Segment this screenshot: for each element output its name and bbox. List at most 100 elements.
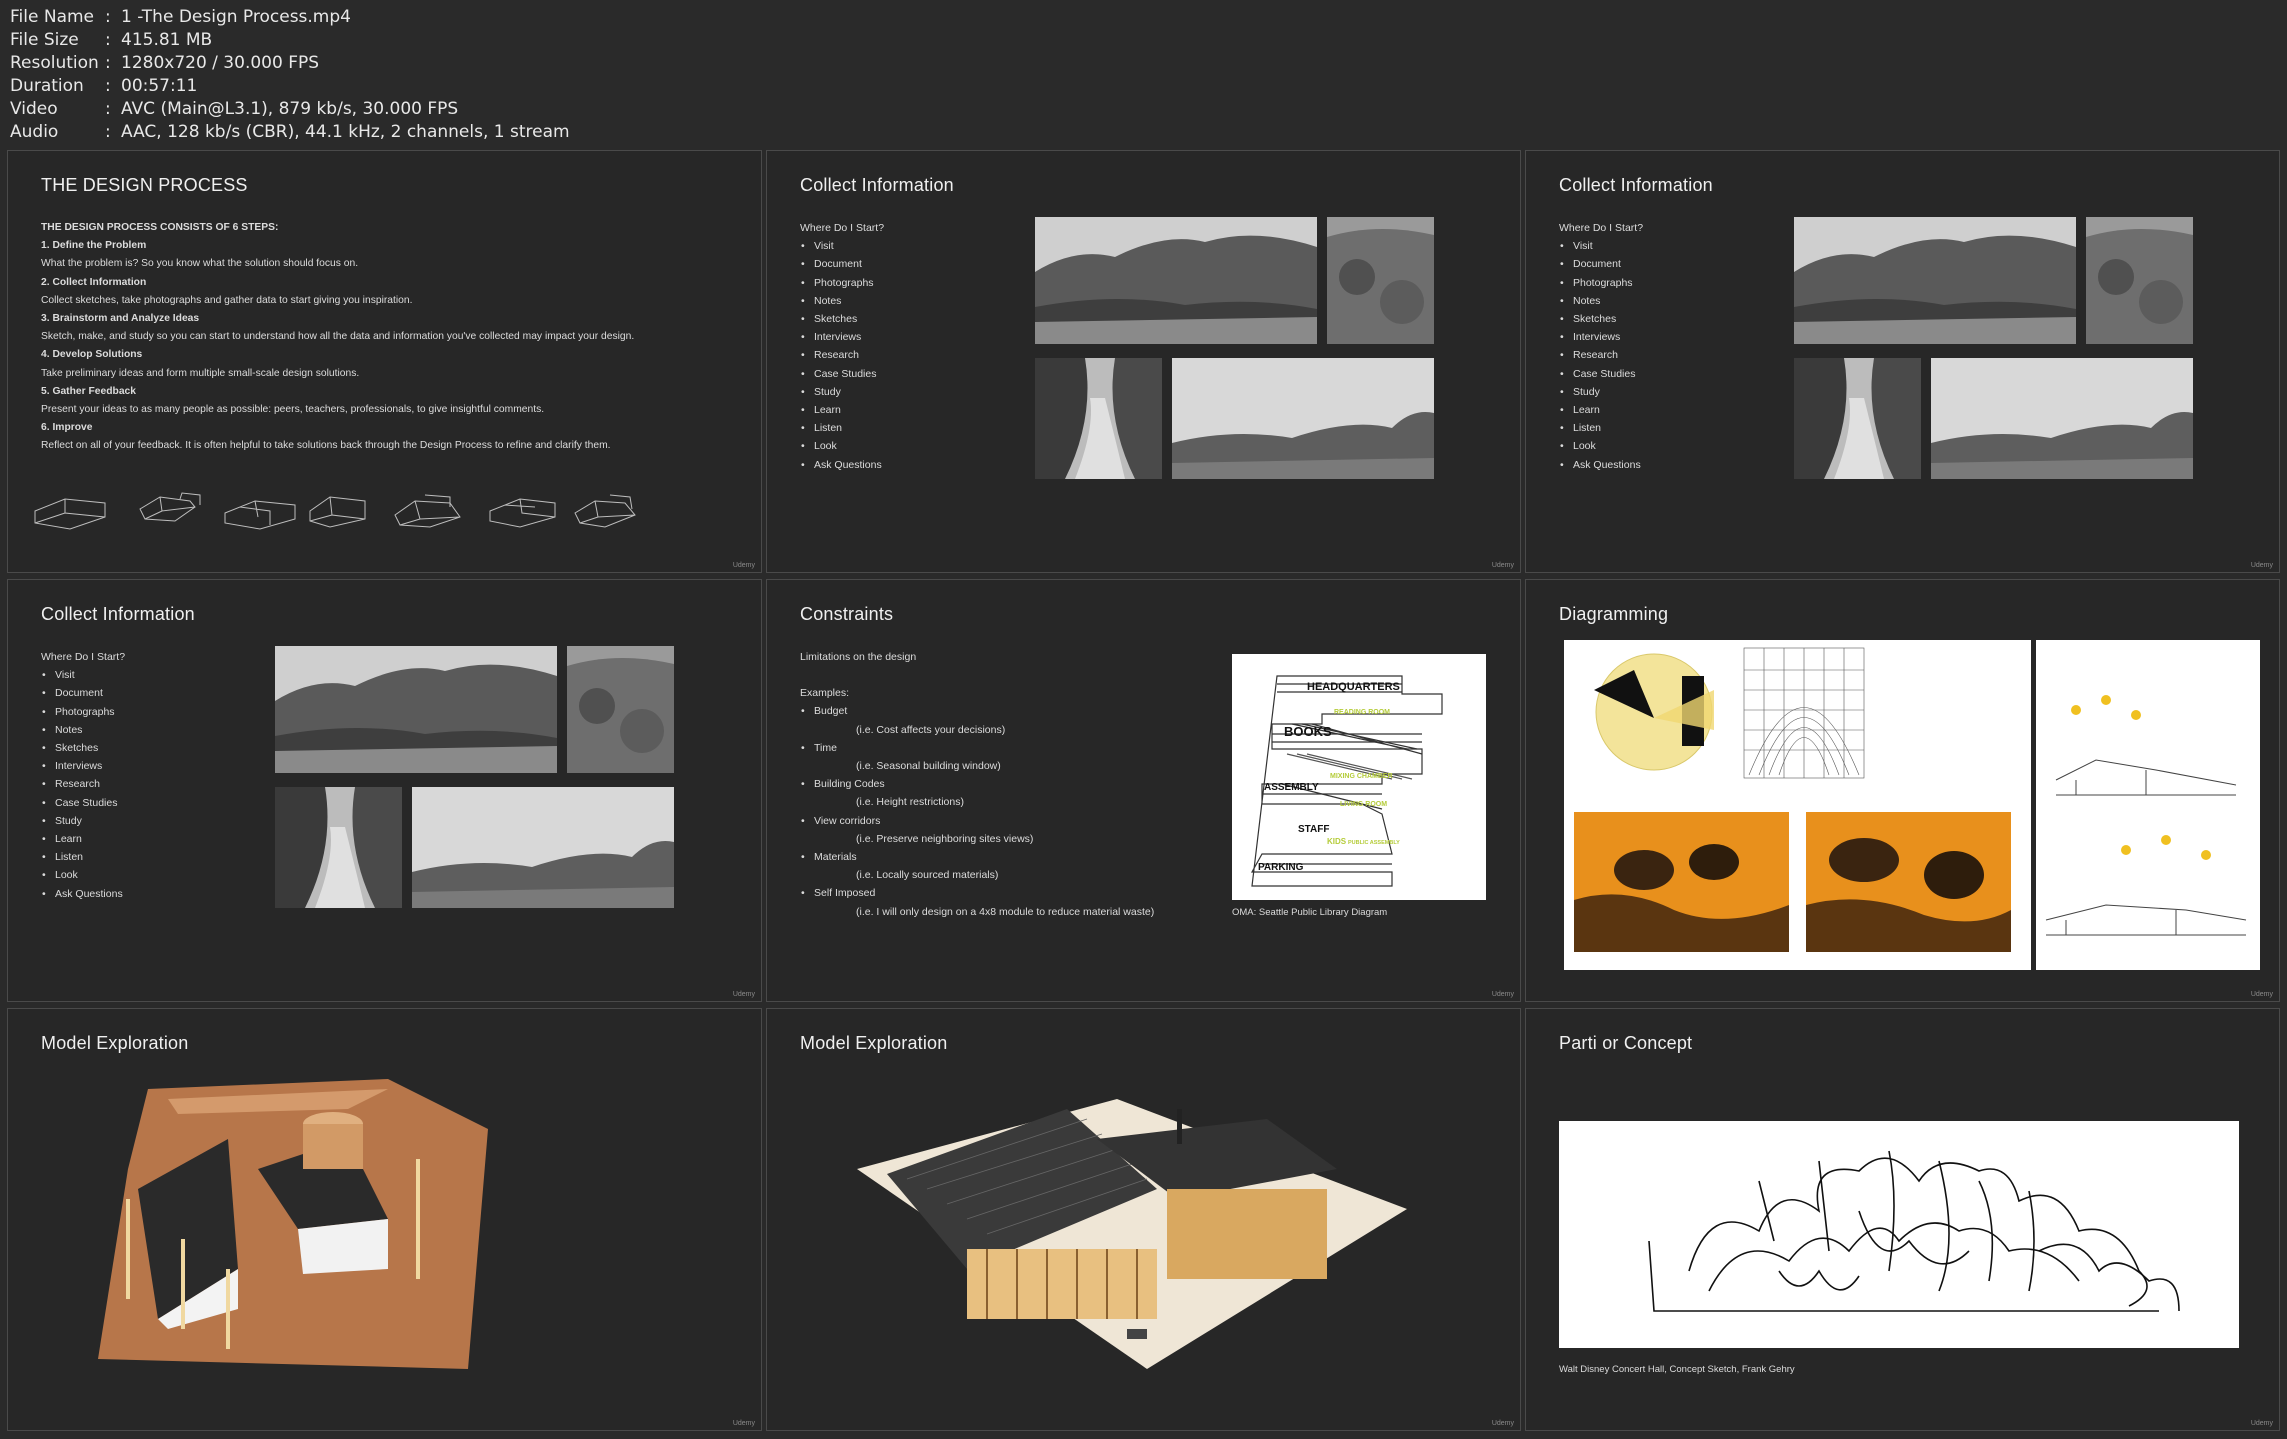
constraint-item: Budget (800, 702, 1154, 720)
list-item: Visit (800, 237, 884, 255)
slide-diagramming[interactable]: Diagramming Udemy (1525, 579, 2280, 1002)
list-item: Case Studies (1559, 365, 1643, 383)
file-info-key: Audio (10, 122, 59, 142)
list-item: Research (1559, 346, 1643, 364)
constraint-item: Time (800, 739, 1154, 757)
slide-constraints[interactable]: Constraints Limitations on the design Exa… (766, 579, 1521, 1002)
file-info-row: Audio: AAC, 128 kb/s (CBR), 44.1 kHz, 2 c… (10, 121, 570, 144)
landscape-photo-hills (275, 646, 557, 773)
diagram-caption: OMA: Seattle Public Library Diagram (1232, 907, 1388, 918)
file-info-row: Duration:00:57:11 (10, 75, 570, 98)
udemy-watermark: Udemy (1491, 562, 1514, 569)
slide-collect-information-1[interactable]: Collect Information Where Do I Start? Vis… (766, 150, 1521, 573)
list-item: Look (800, 437, 884, 455)
constraint-example-row: (i.e. Locally sourced materials) (800, 866, 1154, 884)
sun-angle-sections (2036, 640, 2260, 970)
list-item: Document (1559, 255, 1643, 273)
step-description: What the problem is? So you know what th… (41, 258, 359, 270)
constraints-list: Limitations on the design Examples: Budget… (800, 648, 1154, 921)
file-info-header: File Name:1 -The Design Process.mp4 File … (10, 6, 570, 144)
list-item: Learn (1559, 401, 1643, 419)
photo-mountain-sky (1931, 358, 2193, 479)
photo-river-trees (275, 787, 402, 908)
file-info-colon: : (105, 76, 111, 96)
constraint-example: (i.e. Cost affects your decisions) (856, 723, 1006, 736)
file-info-key: Video (10, 99, 58, 119)
slide-model-exploration-2[interactable]: Model Exploration Udemy (766, 1008, 1521, 1431)
list-item: Visit (1559, 237, 1643, 255)
slide-parti-concept[interactable]: Parti or Concept Walt Disney Concert Hal… (1525, 1008, 2280, 1431)
photo-shrubs (1327, 217, 1434, 344)
udemy-watermark: Udemy (2250, 991, 2273, 998)
step-description: Collect sketches, take photographs and g… (41, 294, 413, 306)
constraint-item: Building Codes (800, 775, 1154, 793)
label-living: LIVING ROOM (1340, 801, 1387, 808)
sun-study-panel (1564, 640, 2031, 970)
file-info-value: 415.81 MB (121, 30, 213, 50)
list-intro: Where Do I Start? (1559, 222, 1644, 234)
step-heading: 3. Brainstorm and Analyze Ideas (41, 313, 200, 325)
massing-sketches (34, 492, 636, 530)
constraint-example: (i.e. Seasonal building window) (856, 760, 1001, 773)
step-description: Present your ideas to as many people as … (41, 404, 545, 416)
file-info-value: AVC (Main@L3.1), 879 kb/s, 30.000 FPS (121, 99, 459, 119)
constraint-example-row: (i.e. I will only design on a 4x8 module… (800, 903, 1154, 921)
examples-label: Examples: (800, 687, 850, 700)
constraint-item: Self Imposed (800, 884, 1154, 902)
list-item: Visit (41, 666, 125, 684)
list-item: Study (1559, 383, 1643, 401)
constraint-example: (i.e. Height restrictions) (856, 796, 964, 809)
label-parking: PARKING (1258, 862, 1304, 873)
file-info-row: Video: AVC (Main@L3.1), 879 kb/s, 30.000 … (10, 98, 570, 121)
list-item: Sketches (1559, 310, 1643, 328)
bullet-list: VisitDocumentPhotographsNotesSketchesInt… (800, 237, 884, 474)
slide-title: Model Exploration (41, 1033, 189, 1053)
slide-title: Collect Information (800, 175, 954, 195)
list-item: Study (800, 383, 884, 401)
list-intro: Where Do I Start? (800, 222, 885, 234)
label-hq: HEADQUARTERS (1307, 681, 1400, 693)
step-heading: 1. Define the Problem (41, 240, 147, 252)
photo-mountain-sky (1172, 358, 1434, 479)
sketch-caption: Walt Disney Concert Hall, Concept Sketch… (1559, 1364, 1795, 1375)
step-description: Sketch, make, and study so you can start… (41, 331, 635, 343)
udemy-watermark: Udemy (2250, 562, 2273, 569)
list-item: Ask Questions (800, 456, 884, 474)
landscape-photo-hills (1794, 217, 2076, 344)
collect-list: Where Do I Start? VisitDocumentPhotograph… (1559, 219, 1643, 474)
list-item: Listen (1559, 419, 1643, 437)
constraints-intro: Limitations on the design (800, 651, 917, 663)
list-item: Learn (41, 830, 125, 848)
label-staff: STAFF (1298, 824, 1329, 835)
slide-model-exploration-1[interactable]: Model Exploration Udemy (7, 1008, 762, 1431)
udemy-watermark: Udemy (732, 991, 755, 998)
file-info-row: File Name:1 -The Design Process.mp4 (10, 6, 570, 29)
list-item: Document (41, 684, 125, 702)
list-item: Learn (800, 401, 884, 419)
file-info-key: File Size (10, 30, 79, 50)
constraint-item: View corridors (800, 812, 1154, 830)
file-info-colon: : (105, 7, 111, 27)
photo-shrubs (2086, 217, 2193, 344)
udemy-watermark: Udemy (732, 562, 755, 569)
file-info-key: Resolution (10, 53, 99, 73)
photo-river-trees (1794, 358, 1921, 479)
file-info-colon: : (105, 30, 111, 50)
bullet-list: VisitDocumentPhotographsNotesSketchesInt… (41, 666, 125, 903)
slide-title: Parti or Concept (1559, 1033, 1693, 1053)
udemy-watermark: Udemy (732, 1420, 755, 1427)
slide-collect-information-3[interactable]: Collect Information Where Do I Start? Vis… (7, 579, 762, 1002)
udemy-watermark: Udemy (2250, 1420, 2273, 1427)
file-info-value: AAC, 128 kb/s (CBR), 44.1 kHz, 2 channel… (121, 122, 570, 142)
list-item: Research (41, 775, 125, 793)
step-description: Reflect on all of your feedback. It is o… (41, 440, 611, 452)
slide-collect-information-2[interactable]: Collect Information Where Do I Start? Vis… (1525, 150, 2280, 573)
slide-title: Diagramming (1559, 604, 1669, 624)
list-item: Interviews (41, 757, 125, 775)
slide-title: THE DESIGN PROCESS (41, 175, 248, 195)
label-books: BOOKS (1284, 724, 1332, 739)
file-info-value: 1280x720 / 30.000 FPS (121, 53, 320, 73)
slide-design-process[interactable]: THE DESIGN PROCESS THE DESIGN PROCESS CO… (7, 150, 762, 573)
constraint-example-row: (i.e. Preserve neighboring sites views) (800, 830, 1154, 848)
